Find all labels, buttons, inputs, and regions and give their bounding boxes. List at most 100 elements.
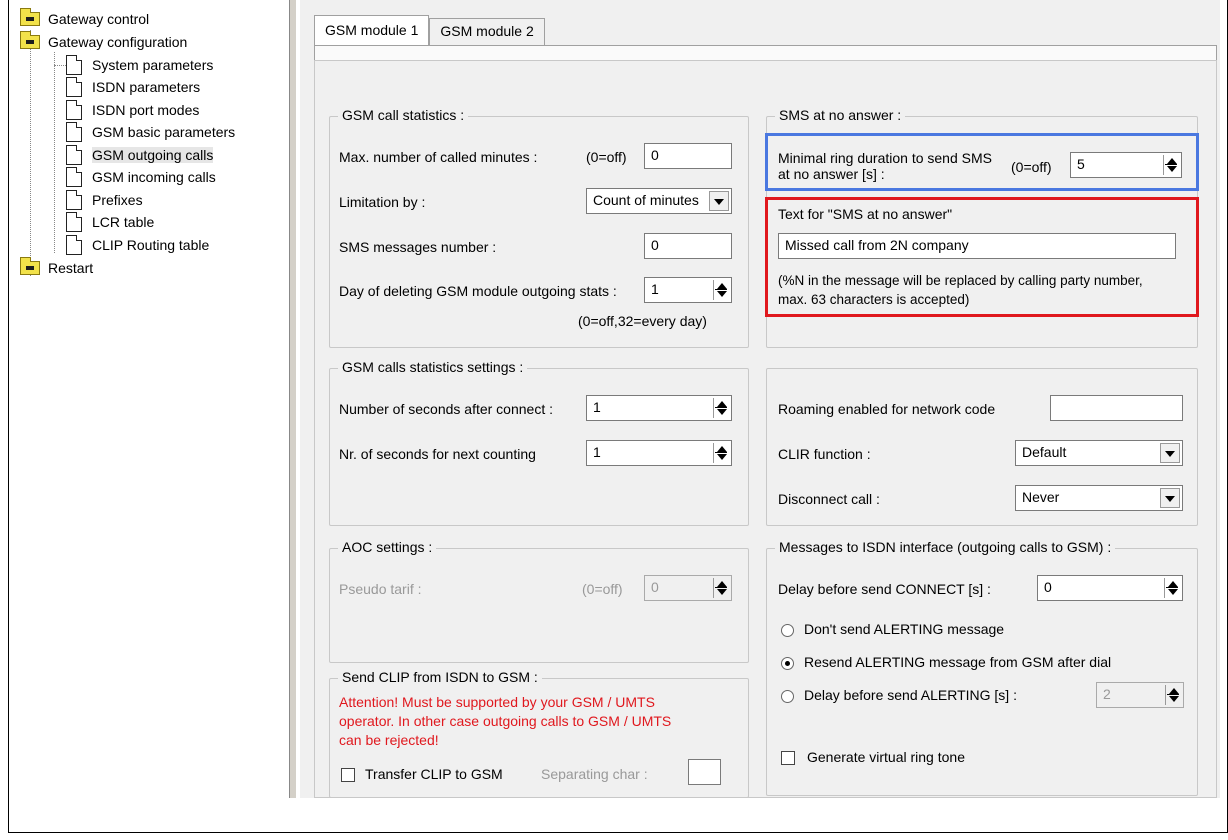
- radio-dont-send-alerting[interactable]: [781, 624, 794, 637]
- next-counting-label: Nr. of seconds for next counting: [339, 446, 536, 462]
- folder-icon: [20, 8, 40, 26]
- radio-dont-send-label[interactable]: Don't send ALERTING message: [804, 621, 1004, 637]
- sms-number-label: SMS messages number :: [339, 239, 497, 255]
- spinner-arrows-icon[interactable]: [1164, 578, 1180, 598]
- spinner-arrows-icon[interactable]: [713, 398, 729, 418]
- chevron-down-icon[interactable]: [709, 191, 729, 211]
- tree-item-isdn-port-modes[interactable]: ISDN port modes: [46, 99, 199, 121]
- tree-item-clip-routing-table[interactable]: CLIP Routing table: [46, 234, 209, 256]
- virtual-ring-checkbox[interactable]: [781, 751, 795, 765]
- settings-pane: GSM module 1 GSM module 2 GSM call stati…: [300, 0, 1220, 798]
- tree-item-label: Gateway configuration: [48, 34, 188, 50]
- tree-item-label: GSM basic parameters: [92, 124, 236, 140]
- day-delete-value: 1: [651, 281, 659, 297]
- seconds-after-label: Number of seconds after connect :: [339, 401, 553, 417]
- document-icon: [66, 212, 82, 232]
- radio-resend-label[interactable]: Resend ALERTING message from GSM after d…: [804, 654, 1111, 670]
- document-icon: [66, 77, 82, 97]
- pseudo-tarif-stepper: 0: [644, 575, 732, 601]
- group-title: SMS at no answer :: [775, 107, 906, 123]
- clir-select[interactable]: Default: [1015, 440, 1183, 466]
- roaming-label: Roaming enabled for network code: [778, 401, 996, 417]
- transfer-clip-checkbox[interactable]: [341, 768, 355, 782]
- tree-item-lcr-table[interactable]: LCR table: [46, 211, 154, 233]
- limitation-select-value: Count of minutes: [593, 192, 699, 208]
- tree-item-isdn-parameters[interactable]: ISDN parameters: [46, 76, 200, 98]
- tab-strip: GSM module 1 GSM module 2: [314, 15, 545, 46]
- document-icon: [66, 122, 82, 142]
- delay-connect-stepper[interactable]: 0: [1037, 575, 1183, 601]
- navigation-tree: Gateway control Gateway configuration Sy…: [20, 8, 290, 308]
- document-icon: [66, 145, 82, 165]
- group-title: Send CLIP from ISDN to GSM :: [338, 669, 542, 685]
- radio-delay-alerting[interactable]: [781, 690, 794, 703]
- clir-label: CLIR function :: [778, 446, 871, 462]
- tree-item-system-parameters[interactable]: System parameters: [46, 54, 213, 76]
- tree-item-label: ISDN port modes: [92, 102, 200, 118]
- next-counting-stepper[interactable]: 1: [586, 440, 732, 466]
- chevron-down-icon[interactable]: [1160, 488, 1180, 508]
- clip-warning-line-3: can be rejected!: [339, 732, 439, 748]
- tree-item-label: CLIP Routing table: [92, 237, 210, 253]
- disconnect-select[interactable]: Never: [1015, 485, 1183, 511]
- separating-char-label: Separating char :: [541, 766, 648, 782]
- radio-delay-label[interactable]: Delay before send ALERTING [s] :: [804, 687, 1017, 703]
- document-icon: [66, 55, 82, 75]
- tree-item-label: Prefixes: [92, 192, 143, 208]
- tree-item-gateway-configuration[interactable]: Gateway configuration: [20, 31, 187, 53]
- tree-item-restart[interactable]: Restart: [20, 257, 93, 279]
- disconnect-label: Disconnect call :: [778, 491, 880, 507]
- tree-item-label: GSM incoming calls: [92, 169, 216, 185]
- next-counting-value: 1: [593, 444, 601, 460]
- document-icon: [66, 190, 82, 210]
- tree-item-gsm-outgoing-calls[interactable]: GSM outgoing calls: [46, 144, 214, 166]
- tree-item-gsm-basic-parameters[interactable]: GSM basic parameters: [46, 121, 235, 143]
- spinner-arrows-icon: [1165, 685, 1181, 705]
- folder-icon: [20, 257, 40, 275]
- pseudo-tarif-label: Pseudo tarif :: [339, 581, 422, 597]
- max-minutes-hint: (0=off): [586, 149, 627, 165]
- group-gsm-call-statistics: GSM call statistics : Max. number of cal…: [329, 107, 749, 348]
- transfer-clip-label[interactable]: Transfer CLIP to GSM: [365, 766, 503, 782]
- clip-warning-line-1: Attention! Must be supported by your GSM…: [339, 694, 655, 710]
- delay-connect-label: Delay before send CONNECT [s] :: [778, 581, 991, 597]
- tree-item-gateway-control[interactable]: Gateway control: [20, 8, 149, 30]
- delay-alerting-value: 2: [1103, 686, 1111, 702]
- group-gsm-calls-statistics-settings: GSM calls statistics settings : Number o…: [329, 359, 749, 526]
- group-title: Messages to ISDN interface (outgoing cal…: [775, 539, 1116, 555]
- tree-item-prefixes[interactable]: Prefixes: [46, 189, 143, 211]
- radio-resend-alerting[interactable]: [781, 657, 794, 670]
- tree-item-label: Restart: [48, 260, 94, 276]
- max-minutes-input[interactable]: 0: [644, 143, 732, 169]
- day-delete-stepper[interactable]: 1: [644, 277, 732, 303]
- spinner-arrows-icon[interactable]: [713, 443, 729, 463]
- limitation-select[interactable]: Count of minutes: [586, 188, 732, 214]
- tree-item-label: GSM outgoing calls: [92, 147, 214, 163]
- clir-select-value: Default: [1022, 444, 1067, 460]
- open-folder-icon: [20, 31, 40, 49]
- tree-item-label: ISDN parameters: [92, 79, 201, 95]
- seconds-after-stepper[interactable]: 1: [586, 395, 732, 421]
- chevron-down-icon[interactable]: [1160, 443, 1180, 463]
- roaming-input[interactable]: [1050, 395, 1183, 421]
- separating-char-input[interactable]: [688, 759, 721, 785]
- spinner-arrows-icon[interactable]: [713, 280, 729, 300]
- group-messages-to-isdn: Messages to ISDN interface (outgoing cal…: [766, 539, 1198, 796]
- tab-gsm-module-1[interactable]: GSM module 1: [314, 15, 430, 46]
- document-icon: [66, 167, 82, 187]
- delay-alerting-stepper: 2: [1096, 682, 1184, 708]
- tree-item-label: LCR table: [92, 214, 155, 230]
- tab-gsm-module-2[interactable]: GSM module 2: [429, 18, 545, 46]
- group-roaming-clir: Roaming enabled for network code CLIR fu…: [766, 368, 1198, 526]
- group-title: GSM call statistics :: [338, 107, 469, 123]
- group-title: AOC settings :: [338, 539, 437, 555]
- pseudo-tarif-value: 0: [651, 579, 659, 595]
- day-delete-label: Day of deleting GSM module outgoing stat…: [339, 283, 617, 299]
- document-icon: [66, 100, 82, 120]
- tree-item-gsm-incoming-calls[interactable]: GSM incoming calls: [46, 166, 216, 188]
- pane-splitter[interactable]: [289, 0, 297, 798]
- virtual-ring-label[interactable]: Generate virtual ring tone: [807, 749, 965, 765]
- group-title: GSM calls statistics settings :: [338, 359, 528, 375]
- sms-number-input[interactable]: 0: [644, 233, 732, 259]
- highlight-sms-text: [765, 197, 1199, 317]
